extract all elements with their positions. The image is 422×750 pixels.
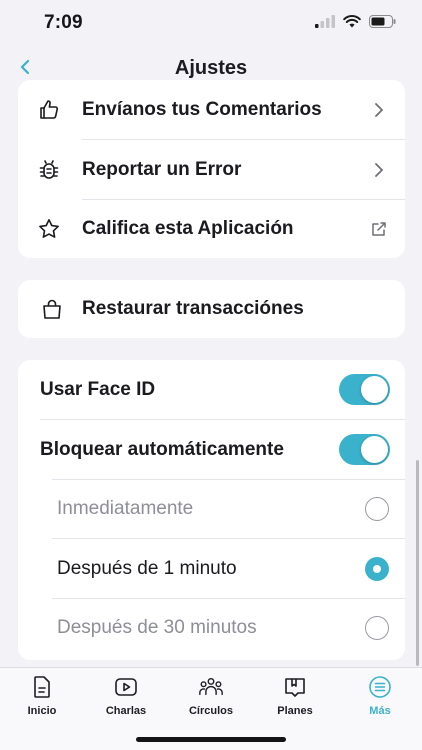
option-1-minute-label: Después de 1 minuto xyxy=(57,557,237,579)
report-bug-row[interactable]: Reportar un Error xyxy=(18,140,405,199)
feedback-card: Envíanos tus Comentarios Reportar un Err… xyxy=(18,80,405,258)
face-id-label: Usar Face ID xyxy=(40,378,156,400)
chevron-right-icon xyxy=(369,160,389,180)
option-30-minutes-radio[interactable] xyxy=(365,615,389,640)
bug-icon xyxy=(37,158,61,182)
battery-icon xyxy=(369,15,396,33)
option-immediately-label: Inmediatamente xyxy=(57,497,194,519)
wifi-icon xyxy=(343,15,361,33)
send-feedback-row[interactable]: Envíanos tus Comentarios xyxy=(18,80,405,139)
toggle-knob xyxy=(361,436,388,463)
auto-lock-toggle[interactable] xyxy=(339,434,390,465)
restore-purchases-label: Restaurar transacciónes xyxy=(82,298,304,319)
tab-inicio[interactable]: Inicio xyxy=(0,674,84,722)
tab-label: Charlas xyxy=(105,705,147,717)
restore-card: Restaurar transacciónes xyxy=(18,280,405,338)
face-id-row: Usar Face ID xyxy=(18,360,405,419)
rate-app-label: Califica esta Aplicación xyxy=(82,217,294,239)
scrollbar[interactable] xyxy=(416,460,419,666)
auto-lock-row: Bloquear automáticamente xyxy=(18,420,405,479)
option-1-minute-row[interactable]: Después de 1 minuto xyxy=(18,539,405,598)
option-30-minutes-row[interactable]: Después de 30 minutos xyxy=(18,598,405,657)
auto-lock-label: Bloquear automáticamente xyxy=(40,438,284,460)
send-feedback-label: Envíanos tus Comentarios xyxy=(82,98,322,120)
play-icon xyxy=(113,674,139,700)
chevron-right-icon xyxy=(369,100,389,120)
tab-label: Inicio xyxy=(27,705,57,717)
document-icon xyxy=(29,674,55,700)
status-bar: 7:09 xyxy=(0,0,422,48)
people-icon xyxy=(198,674,224,700)
option-immediately-row[interactable]: Inmediatamente xyxy=(18,479,405,538)
security-card: Usar Face ID Bloquear automáticamente In… xyxy=(18,360,405,660)
tab-mas[interactable]: Más xyxy=(338,674,422,722)
tab-label: Más xyxy=(369,705,391,717)
star-icon xyxy=(37,217,61,241)
tab-label: Círculos xyxy=(188,705,233,717)
tab-circulos[interactable]: Círculos xyxy=(169,674,253,722)
face-id-toggle[interactable] xyxy=(339,374,390,405)
shopping-bag-icon xyxy=(40,297,64,321)
thumbs-up-icon xyxy=(37,98,61,122)
tab-label: Planes xyxy=(277,705,313,717)
rate-app-row[interactable]: Califica esta Aplicación xyxy=(18,199,405,258)
cellular-signal-icon xyxy=(315,15,335,33)
restore-purchases-row[interactable]: Restaurar transacciónes xyxy=(18,280,405,338)
toggle-knob xyxy=(361,376,388,403)
report-bug-label: Reportar un Error xyxy=(82,158,242,180)
tab-charlas[interactable]: Charlas xyxy=(84,674,168,722)
tab-planes[interactable]: Planes xyxy=(253,674,337,722)
status-time: 7:09 xyxy=(44,12,83,33)
option-immediately-radio[interactable] xyxy=(365,496,389,521)
status-icons xyxy=(315,15,396,33)
option-1-minute-radio[interactable] xyxy=(365,556,389,581)
external-link-icon xyxy=(369,219,389,239)
page-title: Ajustes xyxy=(174,57,248,79)
option-30-minutes-label: Después de 30 minutos xyxy=(57,616,257,638)
home-indicator[interactable] xyxy=(136,737,286,742)
book-icon xyxy=(282,674,308,700)
menu-icon xyxy=(367,674,393,700)
